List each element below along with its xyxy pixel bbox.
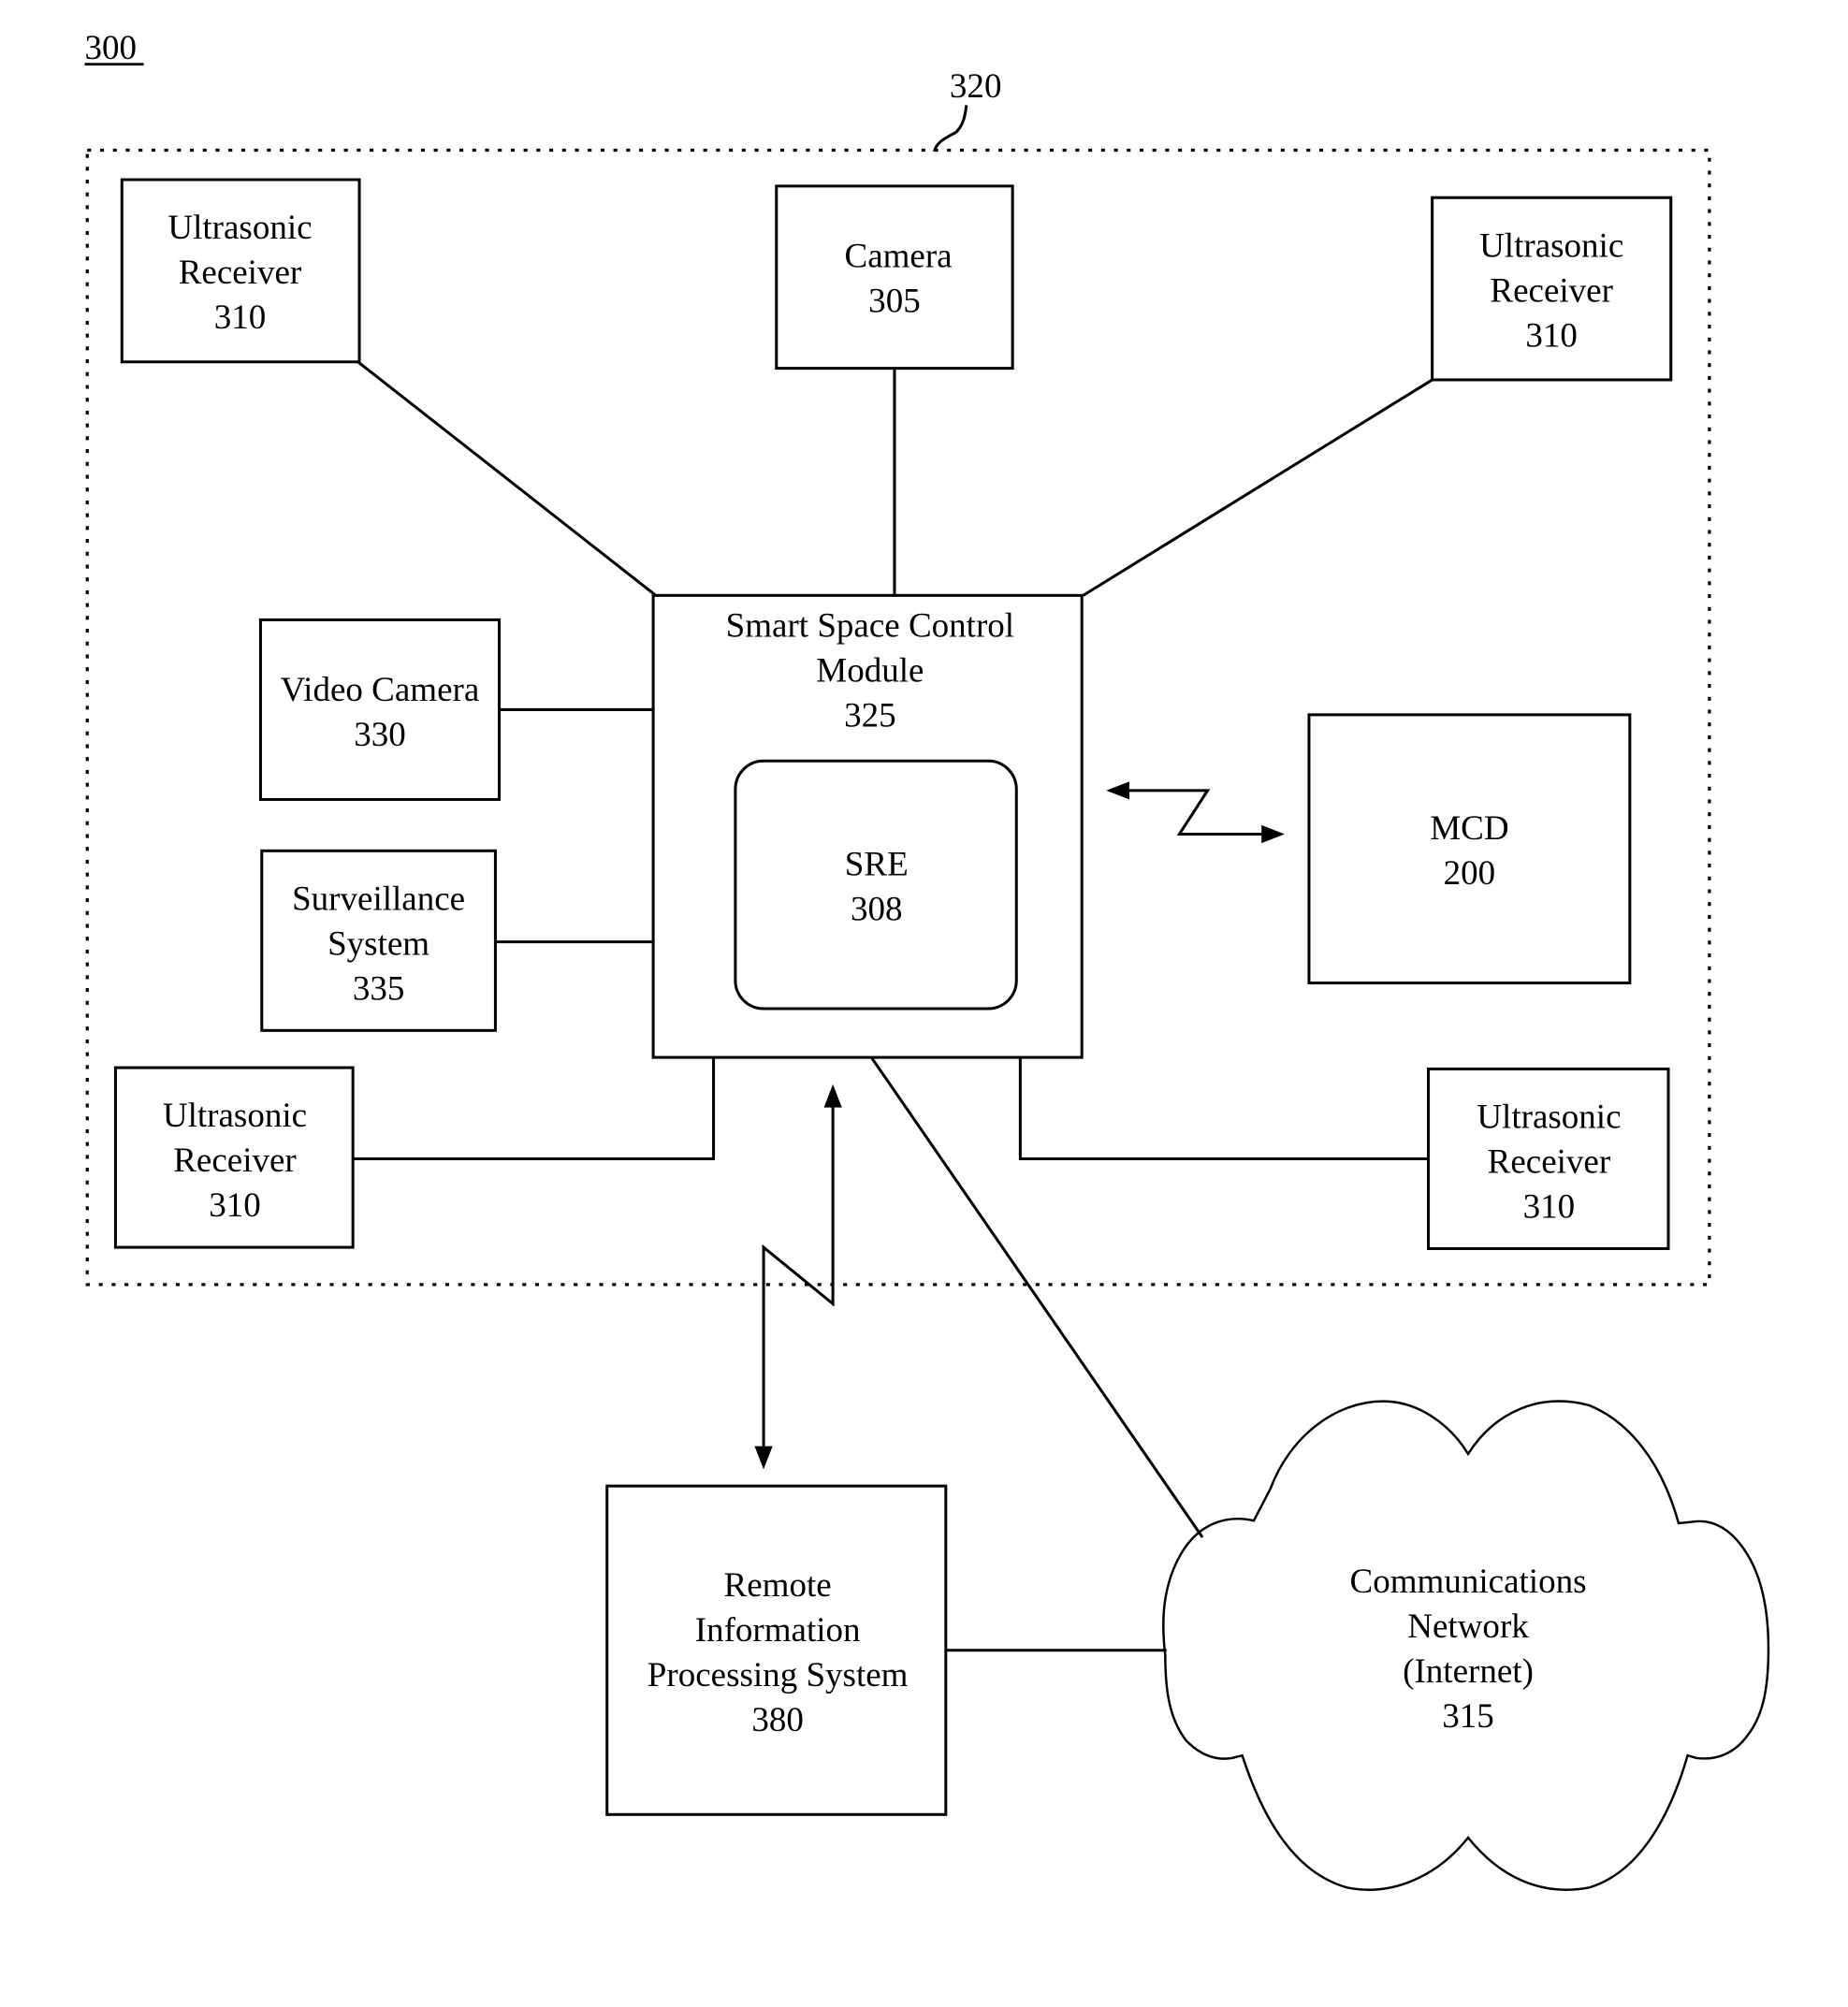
node-ref: 335 [353, 969, 405, 1008]
arrowhead-right-icon [1261, 824, 1285, 844]
mcd-node[interactable]: MCD 200 [1307, 713, 1632, 985]
ultrasonic-receiver-bottom-left[interactable]: Ultrasonic Receiver 310 [113, 1066, 355, 1249]
remote-information-processing-system[interactable]: Remote Information Processing System 380 [605, 1484, 948, 1816]
communications-network-cloud[interactable]: Communications Network (Internet) 315 [1162, 1400, 1770, 1891]
node-label: Remote [724, 1566, 832, 1605]
node-ref: 310 [209, 1186, 261, 1225]
node-label: System [327, 924, 429, 963]
ultrasonic-receiver-top-right[interactable]: Ultrasonic Receiver 310 [1431, 196, 1673, 382]
node-ref: 310 [1525, 316, 1578, 355]
node-label: Ultrasonic [167, 209, 312, 247]
ultrasonic-receiver-bottom-right[interactable]: Ultrasonic Receiver 310 [1427, 1067, 1670, 1250]
node-label: Smart Space Control [726, 606, 1014, 645]
node-ref: 310 [1523, 1188, 1576, 1227]
node-label: MCD [1430, 809, 1508, 848]
link-control-to-network [870, 1056, 1204, 1538]
ultrasonic-receiver-top-left[interactable]: Ultrasonic Receiver 310 [120, 178, 361, 364]
surveillance-system-node[interactable]: Surveillance System 335 [260, 849, 497, 1032]
node-ref: 380 [751, 1701, 804, 1739]
figure-ref-label: 300 [85, 29, 138, 67]
system-block-diagram: 300 320 Ultrasonic Receiver 310 Camera 3… [84, 29, 1770, 1891]
node-label: Communications [1350, 1563, 1587, 1601]
node-label: Module [816, 651, 924, 690]
node-label: Receiver [179, 254, 302, 292]
node-label: Network [1407, 1607, 1529, 1646]
link-ultrasonic-top-right [1082, 378, 1433, 597]
node-label: Receiver [1490, 271, 1613, 310]
arrowhead-left-icon [1106, 781, 1129, 800]
node-label: Receiver [1488, 1143, 1611, 1182]
boundary-leader-line [933, 105, 968, 153]
node-label: Ultrasonic [1479, 226, 1623, 265]
node-label: Ultrasonic [1477, 1098, 1621, 1137]
node-label: Receiver [173, 1142, 297, 1180]
link-ultrasonic-top-left [357, 360, 657, 597]
boundary-ref-label: 320 [950, 67, 1002, 106]
node-label: Surveillance [292, 880, 465, 918]
node-label: Ultrasonic [163, 1097, 307, 1135]
node-ref: 305 [868, 282, 921, 320]
node-label: Video Camera [281, 671, 480, 709]
node-label: Information [695, 1611, 861, 1650]
node-ref: 325 [844, 696, 896, 734]
node-ref: 200 [1444, 854, 1496, 893]
node-label: (Internet) [1403, 1652, 1534, 1691]
sre-node[interactable]: SRE 308 [734, 759, 1018, 1011]
link-ultrasonic-bottom-right [1018, 1057, 1429, 1160]
node-label: SRE [845, 845, 909, 883]
node-label: Processing System [648, 1656, 909, 1694]
wireless-link-mcd [1127, 789, 1269, 836]
node-ref: 330 [354, 716, 406, 754]
wireless-link-remote [762, 1103, 835, 1450]
link-ultrasonic-bottom-left [353, 1057, 716, 1160]
node-label: Camera [845, 237, 953, 275]
camera-node[interactable]: Camera 305 [775, 184, 1014, 371]
node-ref: 310 [214, 298, 267, 337]
arrowhead-down-icon [754, 1446, 773, 1470]
arrowhead-up-icon [823, 1083, 842, 1108]
video-camera-node[interactable]: Video Camera 330 [258, 618, 502, 801]
node-ref: 315 [1442, 1697, 1494, 1736]
node-ref: 308 [851, 890, 903, 928]
